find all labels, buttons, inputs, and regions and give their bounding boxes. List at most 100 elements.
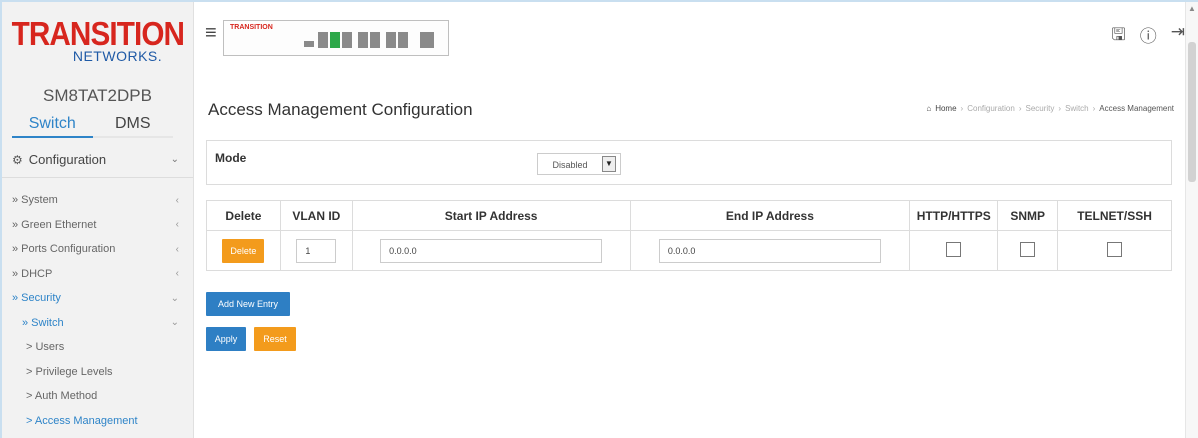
sidebar-section-label: Configuration	[28, 152, 107, 167]
top-bar: ≡ TRANSITION 🖫 ⓘ ⇥	[195, 2, 1185, 80]
port-icon	[342, 32, 352, 48]
apply-button[interactable]: Apply	[206, 327, 246, 351]
port-icon	[304, 41, 314, 47]
chevron-down-icon[interactable]: ▼	[602, 156, 616, 172]
port-icon	[318, 32, 328, 48]
breadcrumb-configuration[interactable]: Configuration	[967, 104, 1015, 113]
page-title: Access Management Configuration	[208, 100, 473, 119]
chevron-left-icon: ‹	[175, 194, 179, 206]
breadcrumb-current: Access Management	[1099, 104, 1174, 113]
brand-logo[interactable]: TRANSITION NETWORKS.	[2, 2, 193, 80]
chevron-left-icon: ‹	[175, 243, 179, 255]
port-icon	[398, 32, 408, 48]
sidebar-item-security[interactable]: » Security ⌄	[2, 286, 193, 311]
snmp-checkbox[interactable]	[1020, 241, 1036, 257]
port-icon	[420, 32, 434, 48]
chevron-down-icon: ⌄	[170, 154, 179, 165]
cell-vlan-id	[279, 230, 353, 271]
home-icon[interactable]: ⌂	[926, 104, 931, 113]
tab-dms[interactable]: DMS	[93, 112, 174, 136]
cell-snmp	[997, 230, 1059, 271]
sidebar-item-privilege-levels[interactable]: > Privilege Levels	[2, 360, 193, 385]
device-logo-text: TRANSITION	[230, 24, 273, 31]
scrollbar-thumb[interactable]	[1188, 42, 1196, 182]
breadcrumb-sep: ›	[960, 104, 964, 113]
cell-delete: Delete	[206, 230, 281, 271]
help-icon[interactable]: ⓘ	[1140, 22, 1157, 51]
sidebar-section-configuration[interactable]: ⚙ Configuration ⌄	[2, 142, 193, 178]
sidebar-item-ports-configuration[interactable]: » Ports Configuration ‹	[2, 237, 193, 262]
sidebar-item-label: > Access Management	[26, 414, 138, 427]
device-name: SM8TAT2DPB	[43, 86, 152, 105]
breadcrumb-home[interactable]: Home	[935, 104, 956, 113]
sidebar-item-label: » Switch	[22, 316, 64, 329]
col-header-end-ip: End IP Address	[629, 200, 911, 231]
cell-start-ip	[351, 230, 631, 271]
vlan-id-input[interactable]	[296, 238, 337, 263]
sidebar-item-label: » DHCP	[12, 267, 53, 280]
start-ip-input[interactable]	[380, 238, 603, 263]
sidebar-item-system[interactable]: » System ‹	[2, 188, 193, 213]
port-icon	[330, 32, 340, 48]
breadcrumb-sep: ›	[1018, 104, 1022, 113]
sidebar-item-label: > Privilege Levels	[26, 365, 113, 378]
sidebar-item-access-management[interactable]: > Access Management	[2, 409, 193, 434]
delete-button[interactable]: Delete	[222, 238, 265, 263]
breadcrumb: ⌂ Home › Configuration › Security › Swit…	[926, 104, 1174, 113]
sidebar-item-users[interactable]: > Users	[2, 335, 193, 360]
sidebar-item-dhcp[interactable]: » DHCP ‹	[2, 262, 193, 287]
breadcrumb-sep: ›	[1092, 104, 1096, 113]
end-ip-input[interactable]	[658, 238, 881, 263]
http-https-checkbox[interactable]	[946, 241, 962, 257]
chevron-left-icon: ‹	[175, 219, 179, 231]
logo-main-text: TRANSITION	[11, 15, 184, 52]
sidebar-item-label: > Auth Method	[26, 390, 98, 403]
sidebar-item-switch[interactable]: » Switch ⌄	[2, 311, 193, 336]
breadcrumb-security[interactable]: Security	[1025, 104, 1054, 113]
reset-button[interactable]: Reset	[254, 327, 296, 351]
table-header-row: Delete VLAN ID Start IP Address End IP A…	[206, 200, 1172, 231]
col-header-start-ip: Start IP Address	[351, 200, 631, 231]
add-new-entry-button[interactable]: Add New Entry	[206, 292, 290, 316]
breadcrumb-switch[interactable]: Switch	[1065, 104, 1089, 113]
sidebar-item-label: » Security	[12, 292, 61, 305]
top-icons: 🖫 ⓘ ⇥	[1111, 22, 1185, 51]
port-icon	[386, 32, 396, 48]
port-icon	[370, 32, 380, 48]
access-management-table: Delete VLAN ID Start IP Address End IP A…	[206, 200, 1172, 271]
mode-select-value: Disabled	[552, 160, 588, 170]
col-header-telnet-ssh: TELNET/SSH	[1057, 200, 1172, 231]
sidebar-item-label: » Ports Configuration	[12, 243, 116, 256]
gear-icon: ⚙	[12, 152, 23, 167]
tab-switch[interactable]: Switch	[12, 112, 93, 138]
sidebar-tabs: Switch DMS	[12, 112, 173, 138]
logout-icon[interactable]: ⇥	[1171, 22, 1185, 51]
cell-http-https	[909, 230, 999, 271]
breadcrumb-sep: ›	[1058, 104, 1062, 113]
vertical-scrollbar[interactable]: ▲	[1185, 2, 1198, 438]
sidebar-item-label: » System	[12, 194, 58, 207]
col-header-http-https: HTTP/HTTPS	[909, 200, 999, 231]
sidebar-item-auth-method[interactable]: > Auth Method	[2, 384, 193, 409]
sidebar: TRANSITION NETWORKS. SM8TAT2DPB Switch D…	[2, 2, 194, 438]
sidebar-menu: » System ‹ » Green Ethernet ‹ » Ports Co…	[2, 188, 193, 433]
scroll-up-icon[interactable]: ▲	[1188, 4, 1196, 13]
device-panel-image: TRANSITION	[223, 20, 449, 56]
sidebar-item-green-ethernet[interactable]: » Green Ethernet ‹	[2, 213, 193, 238]
chevron-down-icon: ⌄	[170, 317, 179, 329]
mode-select[interactable]: Disabled ▼	[537, 153, 621, 175]
mode-panel: Mode Disabled ▼	[206, 140, 1172, 185]
cell-end-ip	[629, 230, 911, 271]
sidebar-item-label: > Users	[26, 341, 65, 354]
save-icon[interactable]: 🖫	[1111, 22, 1125, 51]
sidebar-item-label: » Green Ethernet	[12, 218, 97, 231]
table-row: Delete	[206, 230, 1172, 271]
col-header-delete: Delete	[206, 200, 281, 231]
mode-label: Mode	[215, 151, 247, 165]
chevron-down-icon: ⌄	[170, 292, 179, 304]
chevron-left-icon: ‹	[175, 268, 179, 280]
port-icon	[358, 32, 368, 48]
hamburger-menu-icon[interactable]: ≡	[205, 22, 217, 45]
col-header-snmp: SNMP	[997, 200, 1059, 231]
telnet-ssh-checkbox[interactable]	[1107, 241, 1123, 257]
